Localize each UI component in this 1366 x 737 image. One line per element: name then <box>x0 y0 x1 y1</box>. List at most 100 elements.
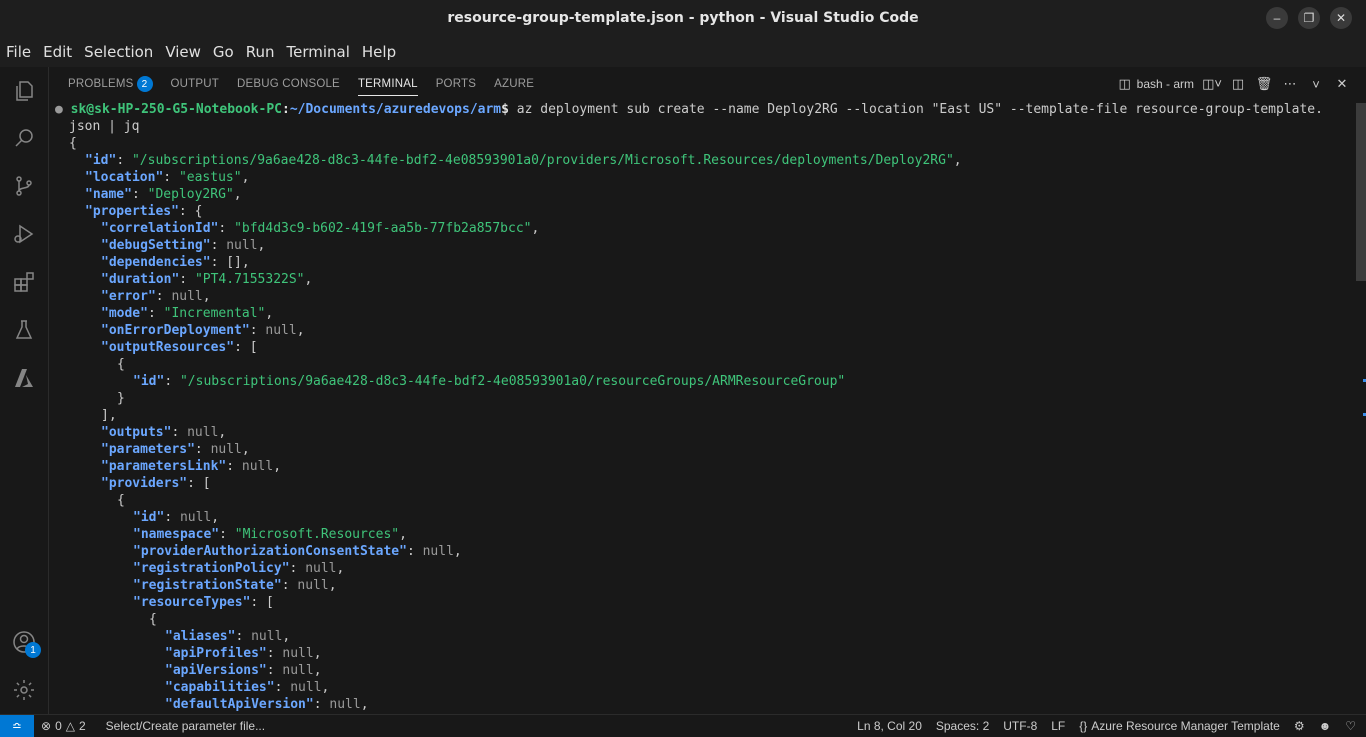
json-token: , <box>453 544 462 559</box>
copilot-icon[interactable]: ⚙ <box>1287 719 1312 733</box>
json-token: : <box>147 306 164 321</box>
azure-icon[interactable] <box>12 366 36 390</box>
terminal-selector[interactable]: ◫ bash - arm <box>1117 76 1194 92</box>
json-token: "Deploy2RG" <box>147 187 234 202</box>
json-token: : <box>219 527 235 542</box>
json-token: : [], <box>210 255 250 270</box>
feedback-icon[interactable]: ☻ <box>1312 719 1339 733</box>
source-control-icon[interactable] <box>12 174 36 198</box>
terminal-line: "properties": { <box>49 203 1349 220</box>
json-token: "parametersLink" <box>101 459 227 474</box>
tab-terminal[interactable]: TERMINAL <box>349 67 427 101</box>
encoding[interactable]: UTF-8 <box>996 719 1044 733</box>
json-token: "registrationPolicy" <box>133 561 290 576</box>
trash-icon[interactable]: 🗑 <box>1256 76 1273 92</box>
split-terminal-icon[interactable]: ◫ <box>1230 76 1246 92</box>
scrollbar-thumb[interactable] <box>1356 103 1366 281</box>
json-token: "error" <box>101 289 156 304</box>
json-token: "capabilities" <box>165 680 275 695</box>
terminal-line: "resourceTypes": [ <box>49 594 1349 611</box>
json-token: "id" <box>133 510 165 525</box>
menu-file[interactable]: File <box>0 43 37 61</box>
json-token: , <box>336 561 345 576</box>
terminal-line: "capabilities": null, <box>49 679 1349 696</box>
json-token: "dependencies" <box>101 255 211 270</box>
terminal-line: { <box>49 135 1349 152</box>
json-output: {"id": "/subscriptions/9a6ae428-d8c3-44f… <box>49 135 1349 713</box>
terminal-scrollbar[interactable] <box>1354 101 1366 714</box>
terminal-line: } <box>49 390 1349 407</box>
json-token: "defaultApiVersion" <box>165 697 314 712</box>
json-token: null <box>265 323 297 338</box>
menu-help[interactable]: Help <box>356 43 402 61</box>
testing-icon[interactable] <box>12 318 36 342</box>
json-token: , <box>202 289 211 304</box>
notifications-bell-icon[interactable]: ♡ <box>1338 719 1366 733</box>
end-of-line[interactable]: LF <box>1044 719 1072 733</box>
close-panel-icon[interactable]: ✕ <box>1334 76 1350 92</box>
terminal-line: "name": "Deploy2RG", <box>49 186 1349 203</box>
close-window-icon[interactable]: ✕ <box>1330 7 1352 29</box>
tab-output[interactable]: OUTPUT <box>162 67 228 101</box>
minimize-icon[interactable]: – <box>1266 7 1288 29</box>
json-token: { <box>117 357 125 372</box>
tab-debug-console[interactable]: DEBUG CONSOLE <box>228 67 349 101</box>
indentation[interactable]: Spaces: 2 <box>929 719 996 733</box>
panel: PROBLEMS 2 OUTPUT DEBUG CONSOLE TERMINAL… <box>49 67 1366 714</box>
json-token: : [ <box>250 595 274 610</box>
more-actions-icon[interactable]: ⋯ <box>1282 76 1298 92</box>
tab-azure[interactable]: AZURE <box>485 67 543 101</box>
chevron-down-icon[interactable]: ˅ <box>1308 76 1324 92</box>
json-token: , <box>313 646 322 661</box>
status-bar: ≏ ⊗ 0 △ 2 Select/Create parameter file..… <box>0 714 1366 737</box>
tab-problems[interactable]: PROBLEMS 2 <box>59 67 162 101</box>
problems-count-badge: 2 <box>136 76 153 92</box>
json-token: "apiProfiles" <box>165 646 267 661</box>
menu-view[interactable]: View <box>159 43 207 61</box>
json-token: , <box>531 221 540 236</box>
search-icon[interactable] <box>12 126 36 150</box>
panel-actions: ◫ bash - arm ◫˅ ◫ 🗑 ⋯ ˅ ✕ <box>1117 67 1350 101</box>
json-token: } <box>117 391 125 406</box>
json-token: , <box>241 442 250 457</box>
json-token: , <box>282 629 291 644</box>
json-token: null <box>251 629 283 644</box>
menu-edit[interactable]: Edit <box>37 43 78 61</box>
json-token: : <box>164 374 180 389</box>
json-token: : <box>116 153 132 168</box>
menu-selection[interactable]: Selection <box>78 43 159 61</box>
tab-ports[interactable]: PORTS <box>427 67 485 101</box>
prompt-path: ~/Documents/azuredevops/arm <box>289 102 502 117</box>
language-mode[interactable]: {} Azure Resource Manager Template <box>1072 719 1287 733</box>
manage-gear-icon[interactable] <box>12 678 36 702</box>
menu-run[interactable]: Run <box>240 43 281 61</box>
terminal-line: "apiVersions": null, <box>49 662 1349 679</box>
json-token: : <box>289 561 306 576</box>
terminal-line: "providers": [ <box>49 475 1349 492</box>
terminal-name: bash - arm <box>1136 77 1194 91</box>
json-token: , <box>296 323 305 338</box>
json-token: "id" <box>85 153 117 168</box>
json-token: "debugSetting" <box>101 238 211 253</box>
run-debug-icon[interactable] <box>12 222 36 246</box>
json-token: "parameters" <box>101 442 195 457</box>
terminal-line: "id": null, <box>49 509 1349 526</box>
problems-status[interactable]: ⊗ 0 △ 2 <box>34 719 93 733</box>
terminal-output[interactable]: ● sk@sk-HP-250-G5-Notebook-PC: ~/Document… <box>49 101 1349 714</box>
maximize-icon[interactable]: ❐ <box>1298 7 1320 29</box>
json-token: "Incremental" <box>163 306 266 321</box>
status-message[interactable]: Select/Create parameter file... <box>99 719 272 733</box>
terminal-line: "aliases": null, <box>49 628 1349 645</box>
terminal-line: "error": null, <box>49 288 1349 305</box>
new-terminal-dropdown-icon[interactable]: ◫˅ <box>1202 76 1222 92</box>
json-token: "name" <box>85 187 132 202</box>
json-token: , <box>257 238 266 253</box>
remote-indicator-icon[interactable]: ≏ <box>0 715 34 737</box>
menu-go[interactable]: Go <box>207 43 240 61</box>
menu-terminal[interactable]: Terminal <box>281 43 356 61</box>
json-token: null <box>179 510 212 525</box>
extensions-icon[interactable] <box>12 270 36 294</box>
cursor-position[interactable]: Ln 8, Col 20 <box>850 719 929 733</box>
json-token: : <box>163 170 179 185</box>
explorer-icon[interactable] <box>12 79 36 103</box>
